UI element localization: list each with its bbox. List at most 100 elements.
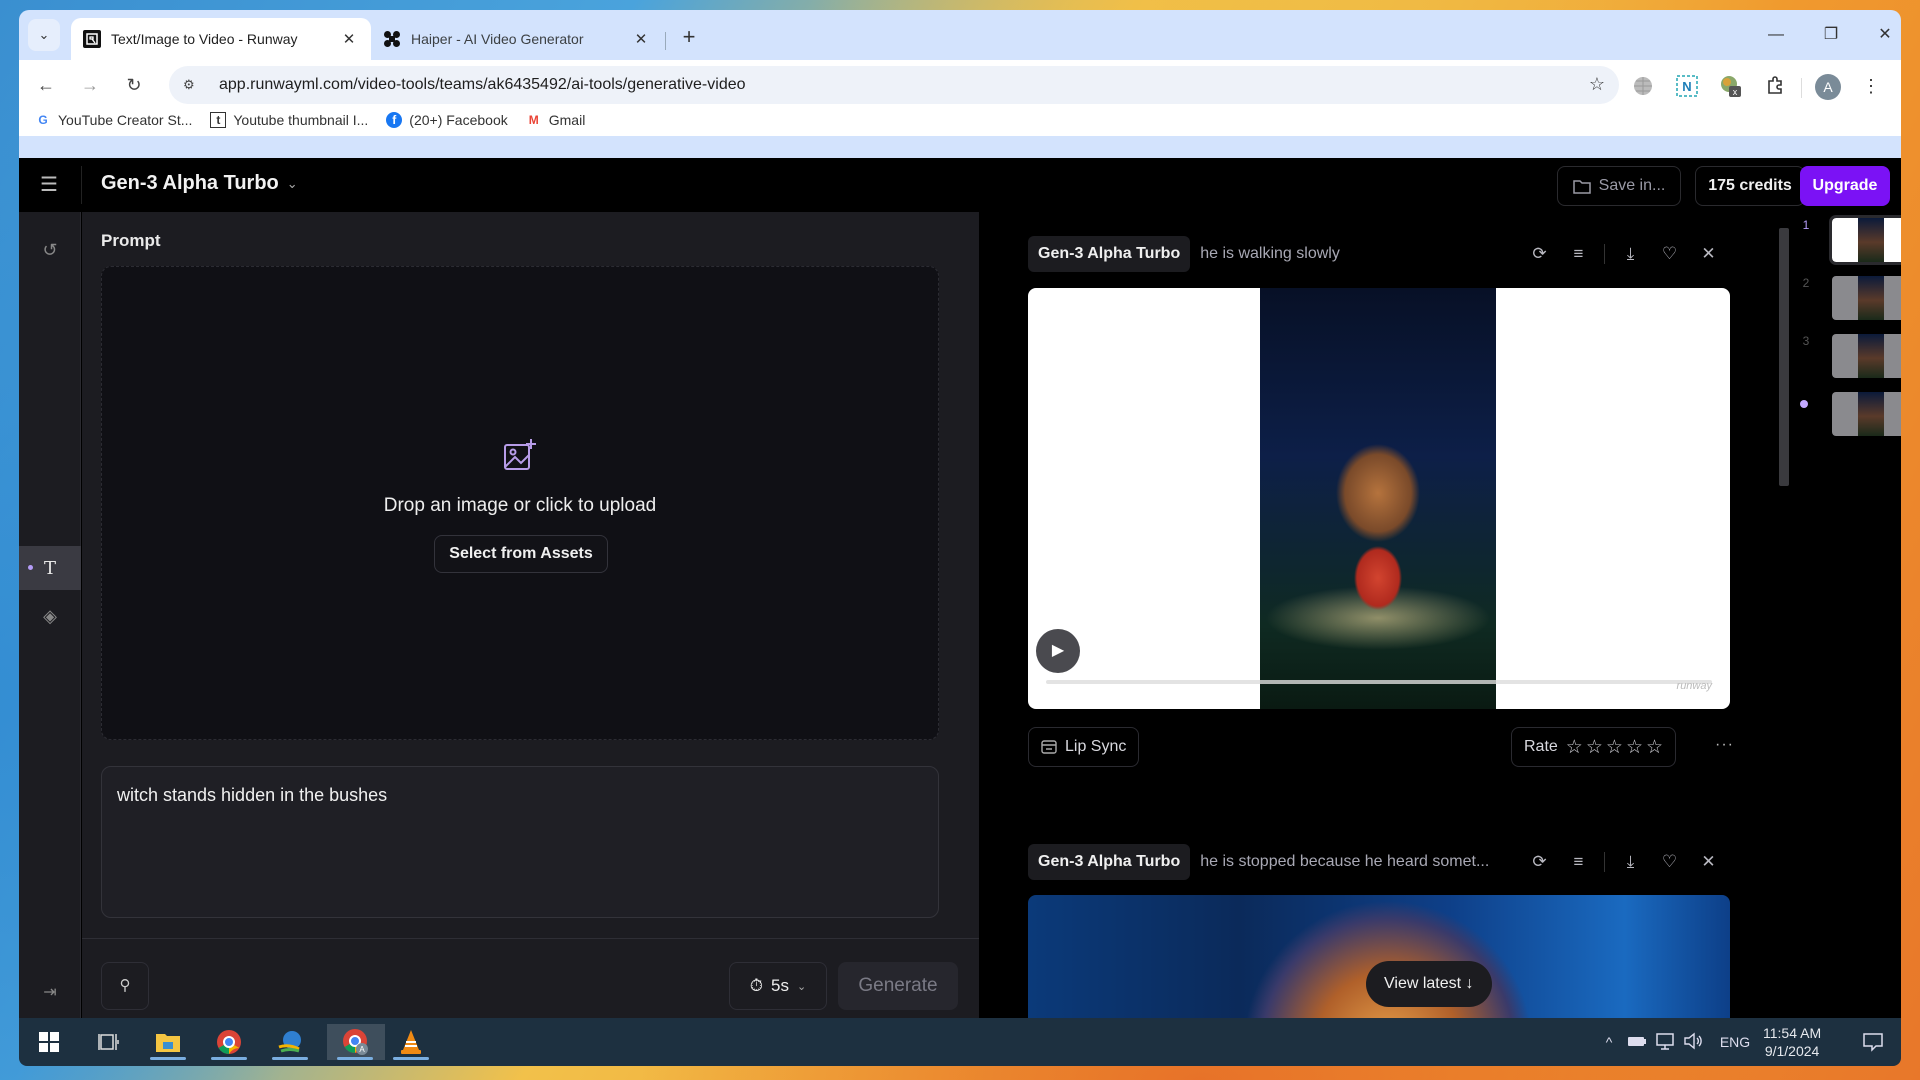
battery-icon[interactable] — [1623, 1034, 1651, 1050]
select-from-assets-button[interactable]: Select from Assets — [434, 535, 608, 573]
model-selector[interactable]: Gen-3 Alpha Turbo ⌄ — [101, 172, 298, 195]
thumbnail-item[interactable]: 3 — [1799, 334, 1901, 382]
feed-scrollbar[interactable] — [1779, 228, 1789, 486]
star-icon[interactable]: ☆ — [1566, 736, 1583, 759]
heart-icon[interactable]: ♡ — [1650, 244, 1689, 264]
heart-icon[interactable]: ♡ — [1650, 852, 1689, 872]
n-extension-icon[interactable]: N — [1675, 74, 1699, 98]
tab-haiper[interactable]: Haiper - AI Video Generator ✕ — [371, 18, 663, 60]
view-latest-button[interactable]: View latest ↓ — [1366, 961, 1492, 1007]
address-bar[interactable]: ⚙ app.runwayml.com/video-tools/teams/ak6… — [169, 66, 1619, 104]
tab-runway[interactable]: Text/Image to Video - Runway ✕ — [71, 18, 371, 60]
browser-menu-icon[interactable]: ⋮ — [1859, 74, 1883, 98]
timer-icon: ⏱ — [749, 976, 764, 995]
image-dropzone[interactable]: Drop an image or click to upload Select … — [101, 266, 939, 740]
reload-button[interactable]: ↻ — [119, 70, 149, 100]
new-tab-button[interactable]: + — [675, 24, 703, 52]
save-in-button[interactable]: Save in... — [1557, 166, 1681, 206]
back-button[interactable]: ← — [31, 70, 61, 100]
volume-icon[interactable] — [1679, 1032, 1707, 1053]
details-icon[interactable]: ≡ — [1559, 852, 1598, 872]
network-icon[interactable] — [1651, 1032, 1679, 1053]
thumbnail-item[interactable]: 1 — [1799, 215, 1901, 266]
more-options-icon[interactable]: ··· — [1715, 736, 1734, 754]
globe-icon[interactable] — [1631, 74, 1655, 98]
google-icon: G — [38, 113, 48, 127]
close-tab-icon[interactable]: ✕ — [339, 30, 359, 48]
bookmark-youtube-creator[interactable]: G YouTube Creator St... — [35, 112, 192, 128]
reuse-icon[interactable]: ⟳ — [1520, 852, 1559, 872]
thumbnail-item[interactable]: 2 — [1799, 276, 1901, 324]
url-text[interactable]: app.runwayml.com/video-tools/teams/ak643… — [219, 76, 746, 94]
site-info-icon[interactable]: ⚙ — [183, 77, 209, 93]
video-player-2[interactable]: View latest ↓ — [1028, 895, 1730, 1018]
close-icon[interactable]: ✕ — [1689, 244, 1728, 264]
notifications-icon[interactable] — [1849, 1024, 1897, 1060]
download-icon[interactable]: ⤓ — [1611, 852, 1650, 872]
running-indicator — [211, 1057, 247, 1060]
profile-avatar[interactable]: A — [1815, 74, 1841, 100]
bookmark-youtube-thumbnail[interactable]: t Youtube thumbnail I... — [210, 112, 368, 128]
star-icon[interactable]: ☆ — [1586, 736, 1603, 759]
thumbnail-image[interactable] — [1832, 392, 1901, 436]
card-header: Gen-3 Alpha Turbo he is walking slowly ⟳… — [1028, 234, 1728, 274]
chrome-icon[interactable] — [205, 1024, 253, 1060]
runway-icon — [83, 30, 101, 48]
restore-button[interactable]: ❐ — [1809, 22, 1853, 48]
reset-icon[interactable]: ↺ — [19, 228, 81, 272]
details-icon[interactable]: ≡ — [1559, 244, 1598, 264]
prompt-textarea[interactable]: witch stands hidden in the bushes — [101, 766, 939, 918]
chrome-profile-icon[interactable]: A — [327, 1024, 385, 1060]
chevron-down-icon: ⌄ — [38, 27, 50, 42]
thumbnail-image[interactable] — [1832, 334, 1901, 378]
model-chip: Gen-3 Alpha Turbo — [1028, 236, 1191, 272]
runway-watermark: runway — [1676, 680, 1712, 692]
idm-extension-icon[interactable]: x — [1719, 74, 1743, 98]
task-view-icon[interactable] — [85, 1024, 133, 1060]
clock[interactable]: 11:54 AM 9/1/2024 — [1763, 1024, 1821, 1060]
bookmark-facebook[interactable]: f (20+) Facebook — [386, 112, 508, 128]
thumbnail-image[interactable] — [1832, 276, 1901, 320]
video-progress-bar[interactable] — [1046, 680, 1712, 684]
star-icon[interactable]: ☆ — [1646, 736, 1663, 759]
bookmark-star-icon[interactable]: ☆ — [1589, 74, 1605, 95]
collapse-panel-icon[interactable]: ⇥ — [19, 982, 81, 1002]
hamburger-menu-icon[interactable]: ☰ — [35, 171, 63, 199]
star-icon[interactable]: ☆ — [1626, 736, 1643, 759]
upgrade-button[interactable]: Upgrade — [1800, 166, 1890, 206]
active-indicator — [28, 565, 33, 570]
download-icon[interactable]: ⤓ — [1611, 244, 1650, 264]
forward-button[interactable]: → — [75, 70, 105, 100]
play-icon[interactable]: ▶ — [1036, 629, 1080, 673]
lip-sync-button[interactable]: Lip Sync — [1028, 727, 1140, 767]
text-mode-button[interactable]: T — [19, 546, 81, 590]
file-explorer-icon[interactable] — [144, 1024, 192, 1060]
language-indicator[interactable]: ENG — [1715, 1034, 1755, 1050]
tab-search-button[interactable]: ⌄ — [28, 19, 60, 51]
layers-icon[interactable]: ◈ — [19, 594, 81, 638]
video-player[interactable]: ▶ runway — [1028, 288, 1730, 709]
duration-dropdown[interactable]: ⏱ 5s ⌄ — [729, 962, 827, 1010]
download-manager-icon[interactable] — [266, 1024, 314, 1060]
windows-start-icon[interactable] — [25, 1024, 73, 1060]
thumbnail-image[interactable] — [1829, 215, 1901, 265]
show-hidden-icons[interactable]: ^ — [1595, 1034, 1623, 1050]
credits-badge[interactable]: 175 credits — [1695, 166, 1805, 206]
settings-sliders-button[interactable]: ⚲ — [101, 962, 149, 1010]
close-tab-icon[interactable]: ✕ — [631, 30, 651, 48]
reuse-icon[interactable]: ⟳ — [1520, 244, 1559, 264]
vlc-icon[interactable] — [387, 1024, 435, 1060]
minimize-button[interactable]: — — [1754, 22, 1798, 48]
card-actions: ⟳ ≡ ⤓ ♡ ✕ — [1520, 234, 1728, 274]
lip-sync-icon — [1041, 740, 1057, 754]
prompt-label: Prompt — [101, 231, 161, 250]
generate-button[interactable]: Generate — [838, 962, 958, 1010]
thumbnail-item[interactable] — [1799, 392, 1901, 440]
star-icon[interactable]: ☆ — [1606, 736, 1623, 759]
close-window-button[interactable]: ✕ — [1863, 22, 1901, 48]
haiper-icon — [383, 30, 401, 48]
bookmark-gmail[interactable]: M Gmail — [526, 112, 586, 128]
close-icon[interactable]: ✕ — [1689, 852, 1728, 872]
puzzle-icon[interactable] — [1763, 74, 1787, 98]
app-header: ☰ Gen-3 Alpha Turbo ⌄ Save in... 175 cre… — [19, 158, 1901, 212]
